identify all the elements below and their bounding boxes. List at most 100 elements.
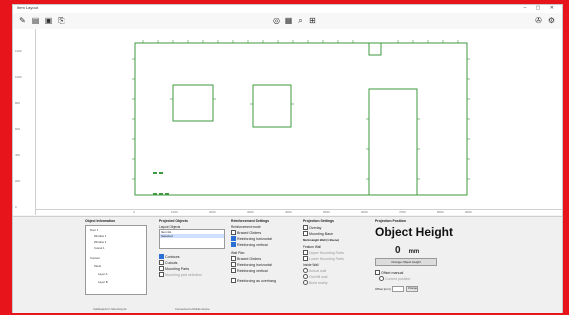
layout-canvas[interactable]: 0 200 400 600 800 1000 1200 0 1000 2000 … bbox=[13, 29, 562, 215]
window-cutout-1 bbox=[172, 84, 214, 122]
checkbox-label: Upper Mounting Parts bbox=[309, 250, 344, 255]
checkbox-box bbox=[231, 278, 236, 283]
offset-manual-checkbox[interactable]: Offset manual bbox=[375, 270, 455, 275]
actual-wall-radio[interactable]: Actual wall bbox=[303, 268, 369, 273]
x-tick: 4000 bbox=[285, 210, 292, 214]
object-height-heading: Object Height bbox=[375, 225, 454, 239]
tree-node[interactable]: Contour bbox=[90, 256, 100, 260]
reinforcement-panel: Reinforcement Settings Reinforcement mod… bbox=[231, 219, 299, 284]
mounting-parts-checkbox[interactable]: Mounting Parts bbox=[159, 266, 229, 271]
checkbox-box bbox=[231, 262, 236, 267]
checkbox-label: Reinforcing as overhang bbox=[237, 278, 276, 283]
offset-apply-button[interactable]: Change bbox=[406, 286, 419, 292]
projected-title: Projected Objects bbox=[159, 219, 188, 223]
projection-title: Projection Settings bbox=[303, 219, 334, 223]
zoom-icon[interactable]: ⌕ bbox=[295, 15, 306, 26]
checkbox-box bbox=[375, 270, 380, 275]
feature-wall-label: Feature Wall bbox=[303, 245, 321, 249]
checkbox-label: Reinforcing vertical bbox=[237, 242, 268, 247]
inside-wall-label: Inside Wall bbox=[303, 263, 319, 267]
grid-icon[interactable]: ⊞ bbox=[307, 15, 318, 26]
radio-label: Actual wall bbox=[309, 268, 327, 273]
build-reality-radio[interactable]: Build reality bbox=[303, 280, 369, 285]
settings-icon[interactable]: ⚙ bbox=[546, 15, 557, 26]
checkbox-box bbox=[303, 250, 308, 255]
new-file-icon[interactable]: ✎ bbox=[17, 15, 28, 26]
tree-node[interactable]: Studs bbox=[94, 264, 101, 268]
change-height-button[interactable]: Change Object Height bbox=[375, 258, 437, 266]
target-icon[interactable]: ◎ bbox=[271, 15, 282, 26]
checkbox-label: Mounting Parts bbox=[165, 266, 190, 271]
checkbox-box bbox=[159, 272, 164, 277]
small-cutout bbox=[368, 42, 382, 56]
wrench-icon[interactable]: ✇ bbox=[533, 15, 544, 26]
layout-drawing bbox=[132, 40, 470, 196]
object-tree[interactable]: Door 1 Window 1 Window 2 Cutout 1 Contou… bbox=[85, 225, 147, 295]
offset-row: Offset [mm] Change bbox=[375, 286, 455, 292]
layout-objects-list[interactable]: Item list Selected bbox=[159, 229, 225, 249]
tree-node[interactable]: Window 1 bbox=[94, 234, 106, 238]
height-readout: 0 mm bbox=[395, 245, 455, 256]
overlay-checkbox[interactable]: Overlay bbox=[303, 225, 369, 230]
checkbox-box bbox=[159, 254, 164, 259]
current-position-radio[interactable]: Current position bbox=[375, 276, 455, 281]
object-info-title: Object Information bbox=[85, 219, 116, 223]
contour-ticks bbox=[132, 40, 470, 180]
reinforcement-sub1: Reinforcement mode bbox=[231, 225, 261, 229]
select-icon[interactable]: ▦ bbox=[283, 15, 294, 26]
x-tick: 9000 bbox=[465, 210, 472, 214]
checkbox-label: Cutouts bbox=[165, 260, 178, 265]
open-file-icon[interactable]: ▤ bbox=[30, 15, 41, 26]
save-file-icon[interactable]: ▣ bbox=[43, 15, 54, 26]
toolbar: ✎ ▤ ▣ ⎘ ◎ ▦ ⌕ ⊞ ✇ ⚙ bbox=[13, 13, 562, 29]
tree-node[interactable]: Window 2 bbox=[94, 240, 106, 244]
mounting-base-checkbox[interactable]: Mounting Base bbox=[303, 231, 369, 236]
settings-area: Object Information Door 1 Window 1 Windo… bbox=[13, 216, 562, 313]
offset-input[interactable] bbox=[392, 286, 405, 292]
radio-label: Build reality bbox=[309, 280, 328, 285]
window-controls[interactable]: – ▢ ✕ bbox=[524, 5, 558, 11]
tree-node[interactable]: Layer A bbox=[98, 272, 107, 276]
wall-braced-checkbox[interactable]: Braced Girders bbox=[231, 256, 299, 261]
checkbox-box bbox=[231, 236, 236, 241]
wall-vertical-checkbox[interactable]: Reinforcing vertical bbox=[231, 268, 299, 273]
radio-circle bbox=[303, 268, 308, 273]
projection-position-panel: Projection Position Object Height 0 mm C… bbox=[375, 219, 455, 292]
checkbox-label: Overlay bbox=[309, 225, 322, 230]
door-cutout bbox=[368, 88, 418, 196]
reinforcement-sub2: Wall Plan bbox=[231, 251, 245, 255]
checkbox-label: Contours bbox=[165, 254, 180, 259]
checkbox-box bbox=[231, 268, 236, 273]
window-title: Item Layout bbox=[17, 5, 38, 10]
overfill-wall-radio[interactable]: Overfill wall bbox=[303, 274, 369, 279]
tree-node[interactable]: Layer B bbox=[98, 280, 108, 284]
projected-objects-panel: Projected Objects Layout Objects Item li… bbox=[159, 219, 229, 278]
checkbox-label: Reinforcing vertical bbox=[237, 268, 268, 273]
x-tick: 0 bbox=[133, 210, 135, 214]
app-window: Item Layout – ▢ ✕ ✎ ▤ ▣ ⎘ ◎ ▦ ⌕ ⊞ ✇ ⚙ 0 … bbox=[12, 4, 563, 313]
checkbox-box bbox=[231, 256, 236, 261]
reinf-vertical-checkbox[interactable]: Reinforcing vertical bbox=[231, 242, 299, 247]
tree-node[interactable]: Door 1 bbox=[90, 228, 98, 232]
upper-mounting-checkbox[interactable]: Upper Mounting Parts bbox=[303, 250, 369, 255]
x-tick: 1000 bbox=[171, 210, 178, 214]
x-tick: 6000 bbox=[361, 210, 368, 214]
cutouts-checkbox[interactable]: Cutouts bbox=[159, 260, 229, 265]
reinf-braced-checkbox[interactable]: Braced Girders bbox=[231, 230, 299, 235]
lower-mounting-checkbox[interactable]: Lower Mounting Parts bbox=[303, 256, 369, 261]
x-tick: 2000 bbox=[209, 210, 216, 214]
radio-circle bbox=[379, 276, 384, 281]
contours-checkbox[interactable]: Contours bbox=[159, 254, 229, 259]
mounting-selection-checkbox[interactable]: Mounting part selection bbox=[159, 272, 229, 277]
reinf-horizontal-checkbox[interactable]: Reinforcing horizontal bbox=[231, 236, 299, 241]
list-item[interactable]: Selected bbox=[160, 234, 224, 238]
wall-horizontal-checkbox[interactable]: Reinforcing horizontal bbox=[231, 262, 299, 267]
tree-node[interactable]: Cutout 1 bbox=[94, 246, 105, 250]
checkbox-label: Lower Mounting Parts bbox=[309, 256, 344, 261]
checkbox-box bbox=[303, 231, 308, 236]
radio-circle bbox=[303, 280, 308, 285]
height-unit: mm bbox=[408, 249, 420, 255]
export-icon[interactable]: ⎘ bbox=[56, 15, 67, 26]
overhang-checkbox[interactable]: Reinforcing as overhang bbox=[231, 278, 299, 283]
projection-note: Multi-Height Wall (1 Ebene) bbox=[303, 238, 339, 242]
